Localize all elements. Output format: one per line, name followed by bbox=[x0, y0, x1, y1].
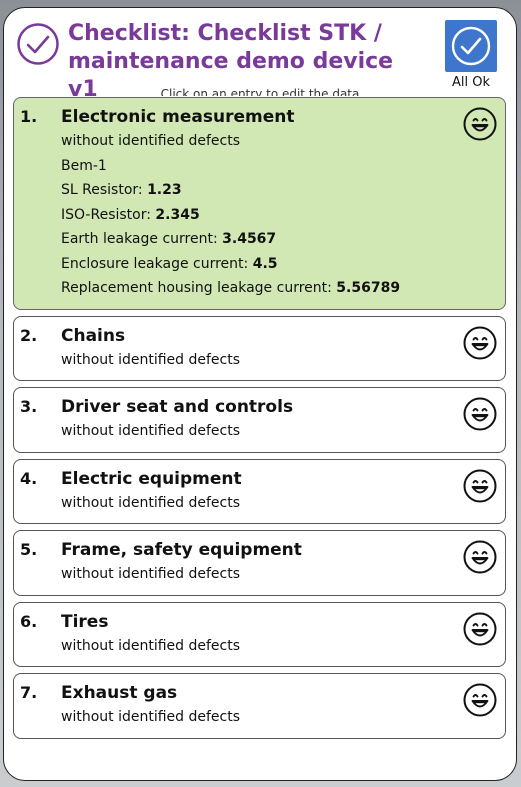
smiley-icon bbox=[463, 683, 497, 717]
item-number: 1. bbox=[20, 107, 38, 126]
smiley-icon bbox=[463, 397, 497, 431]
item-content: Tires without identified defects bbox=[61, 611, 445, 659]
smiley-icon bbox=[463, 326, 497, 359]
smiley-icon bbox=[463, 107, 497, 141]
item-status: without identified defects bbox=[61, 637, 241, 654]
item-status: without identified defects bbox=[61, 133, 241, 149]
checklist-item[interactable]: 7. Exhaust gas without identified defects bbox=[13, 673, 506, 739]
item-content: Chains without identified defects bbox=[61, 325, 445, 373]
item-detail: Replacement housing leakage current: 5.5… bbox=[61, 276, 445, 301]
detail-value: 5.56789 bbox=[336, 280, 401, 296]
item-title: Exhaust gas bbox=[61, 683, 178, 703]
detail-value: 4.5 bbox=[252, 255, 278, 272]
item-content: Electronic measurement without identified… bbox=[61, 106, 445, 301]
item-number: 6. bbox=[20, 611, 38, 631]
check-circle-icon bbox=[17, 23, 59, 65]
item-detail: SL Resistor: 1.23 bbox=[61, 178, 445, 203]
checklist-item[interactable]: 5. Frame, safety equipment without identif… bbox=[13, 530, 506, 596]
dialog-header: Checklist: Checklist STK / maintenance d… bbox=[4, 8, 516, 102]
item-number: 3. bbox=[20, 397, 38, 416]
detail-label: ISO-Resistor: bbox=[61, 206, 156, 223]
checklist-item[interactable]: 1. Electronic measurement without identifi… bbox=[13, 97, 506, 310]
item-number: 4. bbox=[20, 468, 38, 488]
item-title: Tires bbox=[61, 611, 109, 632]
item-content: Frame, safety equipment without identifie… bbox=[61, 539, 445, 587]
edit-hint: Click on an entry to edit the data bbox=[4, 88, 516, 96]
item-number: 7. bbox=[20, 683, 38, 702]
item-title: Frame, safety equipment bbox=[61, 540, 302, 560]
detail-label: SL Resistor: bbox=[61, 182, 148, 198]
item-content: Driver seat and controls without identifi… bbox=[61, 396, 445, 444]
checklist-dialog: Checklist: Checklist STK / maintenance d… bbox=[3, 7, 517, 781]
item-title: Electronic measurement bbox=[61, 107, 295, 127]
smiley-icon bbox=[463, 469, 497, 502]
item-detail: Enclosure leakage current: 4.5 bbox=[61, 252, 445, 277]
checklist-item[interactable]: 2. Chains without identified defects bbox=[13, 315, 506, 381]
item-content: Electric equipment without identified def… bbox=[61, 468, 445, 516]
detail-value: 3.4567 bbox=[222, 231, 277, 247]
item-number: 2. bbox=[20, 325, 38, 345]
item-number: 5. bbox=[20, 540, 38, 559]
detail-label: Enclosure leakage current: bbox=[61, 255, 253, 272]
detail-label: Bem-1 bbox=[61, 157, 107, 174]
smiley-icon bbox=[463, 540, 497, 574]
checklist-item[interactable]: 4. Electric equipment without identified d… bbox=[13, 458, 506, 524]
item-title: Chains bbox=[61, 325, 126, 346]
checklist-item[interactable]: 6. Tires without identified defects bbox=[13, 601, 506, 667]
check-circle-icon bbox=[451, 26, 491, 66]
detail-label: Replacement housing leakage current: bbox=[61, 280, 337, 296]
edit-hint-text: Click on an entry to edit the data bbox=[160, 88, 360, 96]
item-status: without identified defects bbox=[61, 494, 241, 511]
item-status: without identified defects bbox=[61, 351, 241, 368]
item-title: Electric equipment bbox=[61, 468, 242, 489]
detail-value: 2.345 bbox=[155, 206, 200, 223]
checklist-item[interactable]: 3. Driver seat and controls without identi… bbox=[13, 387, 506, 453]
smiley-icon bbox=[463, 612, 497, 645]
detail-label: Earth leakage current: bbox=[61, 231, 223, 247]
detail-value: 1.23 bbox=[147, 182, 182, 198]
all-ok-button[interactable] bbox=[445, 20, 497, 72]
item-detail: Bem-1 bbox=[61, 154, 445, 179]
checklist-items: 1. Electronic measurement without identifi… bbox=[13, 97, 506, 745]
item-status: without identified defects bbox=[61, 566, 241, 582]
item-content: Exhaust gas without identified defects bbox=[61, 682, 445, 730]
item-detail: ISO-Resistor: 2.345 bbox=[61, 203, 445, 228]
item-detail: Earth leakage current: 3.4567 bbox=[61, 227, 445, 252]
item-status: without identified defects bbox=[61, 423, 241, 439]
item-status: without identified defects bbox=[61, 709, 241, 725]
item-title: Driver seat and controls bbox=[61, 397, 294, 417]
